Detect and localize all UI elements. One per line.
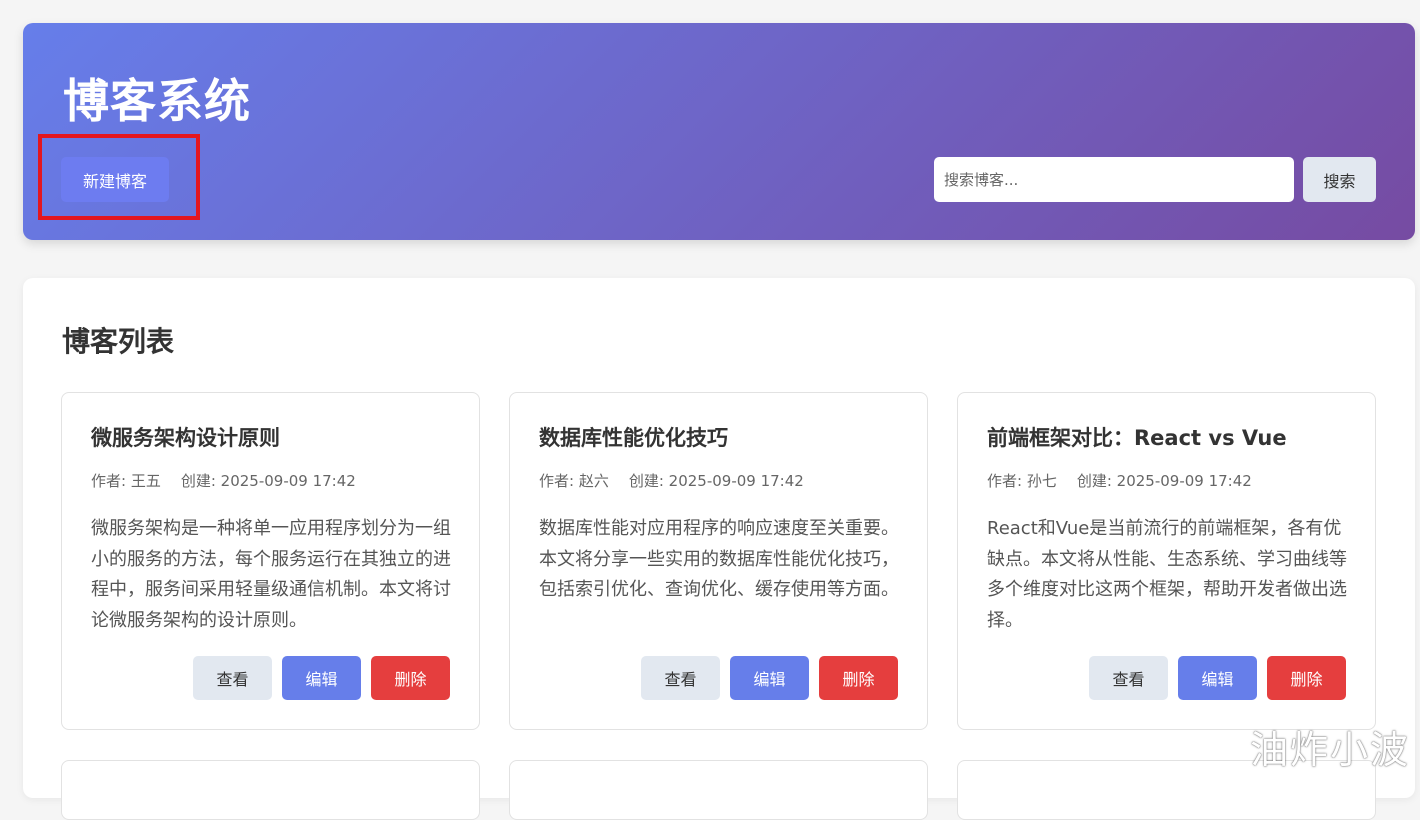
blog-card-title[interactable]: 微服务架构设计原则 [91, 423, 280, 453]
blog-list-title: 博客列表 [62, 325, 175, 358]
blog-card-meta: 作者: 孙七 创建: 2025-09-09 17:42 [987, 470, 1272, 492]
watermark: 油炸小波 [1249, 728, 1410, 772]
blog-card-author: 作者: 赵六 [539, 472, 609, 490]
blog-card: 微服务架构设计原则 作者: 王五 创建: 2025-09-09 17:42 微服务… [61, 392, 480, 730]
search-input[interactable] [934, 157, 1294, 202]
blog-card-created: 创建: 2025-09-09 17:42 [180, 472, 356, 490]
edit-button[interactable]: 编辑 [730, 656, 809, 700]
blog-card-excerpt: 微服务架构是一种将单一应用程序划分为一组小的服务的方法，每个服务运行在其独立的进… [91, 518, 451, 631]
blog-card-author: 作者: 孙七 [987, 472, 1057, 490]
blog-card-created: 创建: 2025-09-09 17:42 [1076, 472, 1252, 490]
blog-card-actions: 查看 编辑 删除 [1089, 656, 1346, 700]
blog-card-meta: 作者: 王五 创建: 2025-09-09 17:42 [91, 470, 376, 492]
search-button[interactable]: 搜索 [1303, 157, 1376, 202]
edit-button[interactable]: 编辑 [1178, 656, 1257, 700]
blog-card-partial [61, 760, 480, 820]
blog-card-partial [509, 760, 928, 820]
blog-card-title[interactable]: 数据库性能优化技巧 [539, 423, 728, 453]
blog-card-title[interactable]: 前端框架对比：React vs Vue [987, 423, 1287, 453]
blog-card-actions: 查看 编辑 删除 [193, 656, 450, 700]
edit-button[interactable]: 编辑 [282, 656, 361, 700]
view-button[interactable]: 查看 [193, 656, 272, 700]
delete-button[interactable]: 删除 [371, 656, 450, 700]
new-blog-button[interactable]: 新建博客 [61, 157, 169, 202]
view-button[interactable]: 查看 [641, 656, 720, 700]
header-banner: 博客系统 新建博客 搜索 [23, 23, 1415, 240]
site-title: 博客系统 [63, 74, 251, 128]
delete-button[interactable]: 删除 [819, 656, 898, 700]
blog-card-created: 创建: 2025-09-09 17:42 [628, 472, 804, 490]
blog-card-meta: 作者: 赵六 创建: 2025-09-09 17:42 [539, 470, 824, 492]
view-button[interactable]: 查看 [1089, 656, 1168, 700]
delete-button[interactable]: 删除 [1267, 656, 1346, 700]
blog-list-panel: 博客列表 微服务架构设计原则 作者: 王五 创建: 2025-09-09 17:4… [23, 278, 1415, 820]
blog-card: 数据库性能优化技巧 作者: 赵六 创建: 2025-09-09 17:42 数据库… [509, 392, 928, 730]
blog-card-excerpt: 数据库性能对应用程序的响应速度至关重要。本文将分享一些实用的数据库性能优化技巧，… [539, 518, 899, 600]
blog-card: 前端框架对比：React vs Vue 作者: 孙七 创建: 2025-09-09… [957, 392, 1376, 730]
blog-card-actions: 查看 编辑 删除 [641, 656, 898, 700]
blog-card-author: 作者: 王五 [91, 472, 161, 490]
blog-card-excerpt: React和Vue是当前流行的前端框架，各有优缺点。本文将从性能、生态系统、学习… [987, 518, 1347, 631]
